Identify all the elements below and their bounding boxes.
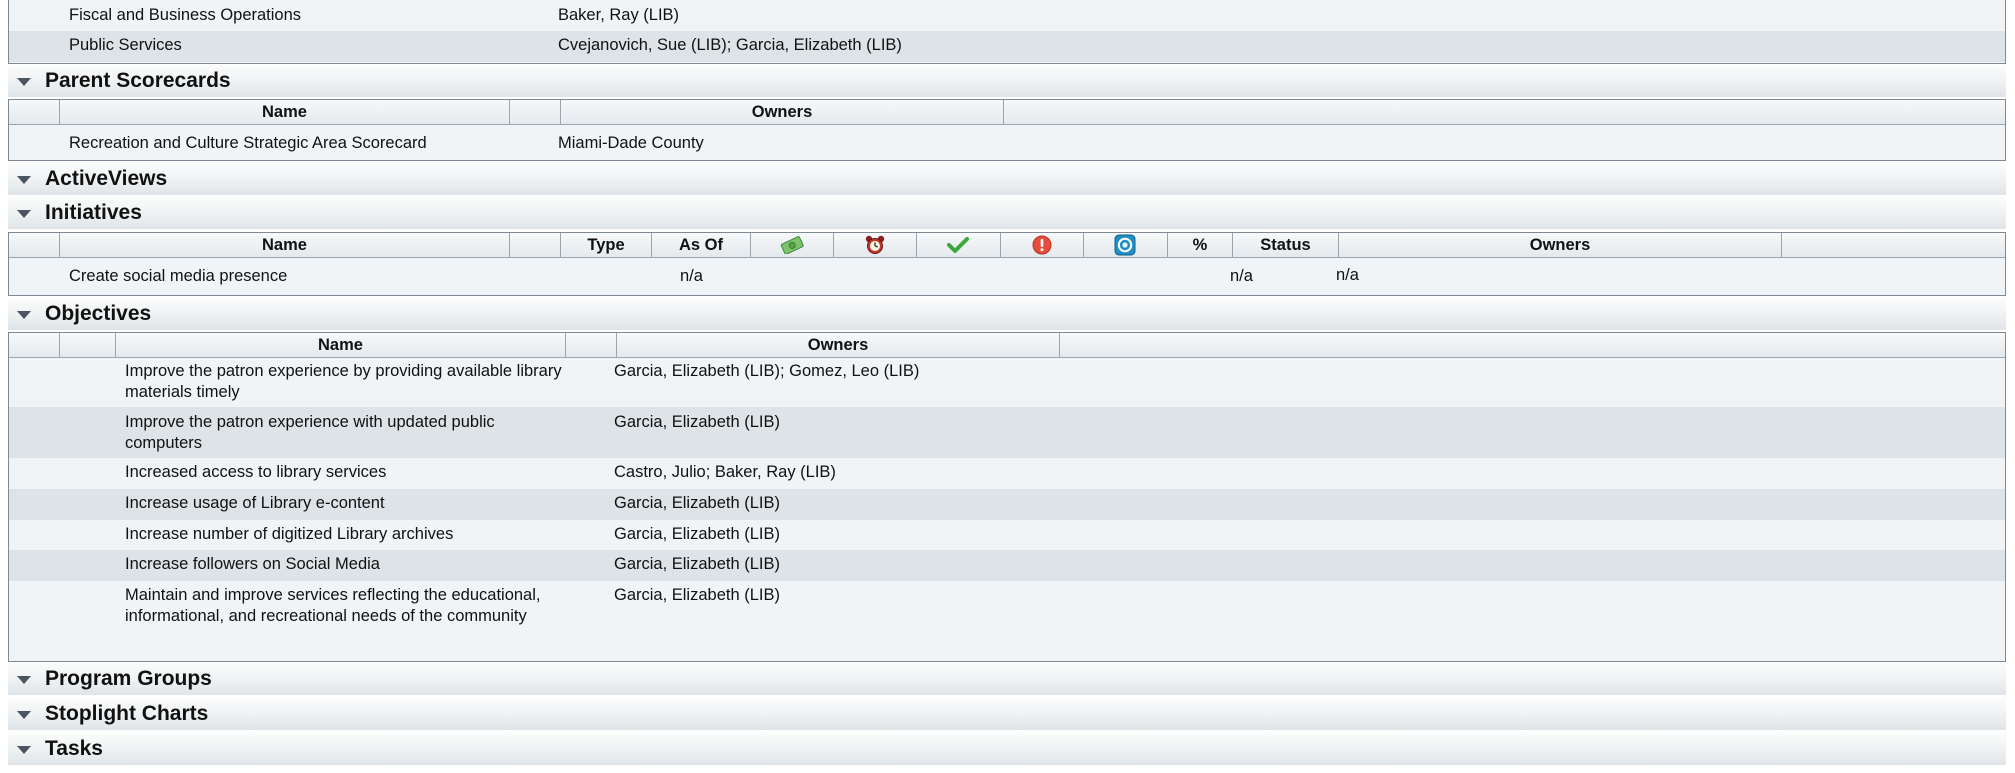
row-owners: Garcia, Elizabeth (LIB) [614,555,780,573]
section-title: Program Groups [45,667,212,690]
row-owners: Castro, Julio; Baker, Ray (LIB) [614,463,836,481]
table-row[interactable]: Improve the patron experience by providi… [9,358,2005,407]
section-title: Stoplight Charts [45,702,209,725]
col-header-late[interactable] [834,233,917,257]
money-icon [780,236,804,254]
row-owners: Garcia, Elizabeth (LIB) [614,586,780,604]
table-row[interactable]: Maintain and improve services reflecting… [9,581,2005,661]
row-name[interactable]: Increase usage of Library e-content [125,493,385,514]
col-spacer [510,233,561,257]
col-header-owners[interactable]: Owners [1339,233,1782,257]
parent-scorecards-table: Name Owners Recreation and Culture Strat… [8,99,2006,161]
col-header-target[interactable] [1084,233,1168,257]
col-spacer [9,100,60,124]
collapse-triangle-icon[interactable] [17,176,31,184]
section-header-objectives[interactable]: Objectives [8,298,2006,330]
col-header-owners[interactable]: Owners [617,333,1060,357]
row-name[interactable]: Increase followers on Social Media [125,554,380,575]
row-name[interactable]: Create social media presence [69,266,287,287]
checkmark-icon [947,237,969,253]
col-header-percent[interactable]: % [1168,233,1233,257]
objectives-table: Name Owners Improve the patron experienc… [8,332,2006,662]
scorecard-details-page: Fiscal and Business Operations Baker, Ra… [0,0,2015,773]
sub-scorecards-table: Fiscal and Business Operations Baker, Ra… [8,0,2006,64]
collapse-triangle-icon[interactable] [17,210,31,218]
section-title: Parent Scorecards [45,69,231,92]
table-row[interactable]: Increased access to library services Cas… [9,458,2005,489]
col-header-owners[interactable]: Owners [561,100,1004,124]
table-row[interactable]: Increase usage of Library e-content Garc… [9,489,2005,520]
col-spacer [9,233,60,257]
section-header-tasks[interactable]: Tasks [8,733,2006,765]
table-row[interactable]: Recreation and Culture Strategic Area Sc… [9,125,2005,160]
collapse-triangle-icon[interactable] [17,78,31,86]
table-header: Name Owners [9,100,2005,125]
row-name[interactable]: Increase number of digitized Library arc… [125,524,453,545]
table-row[interactable]: Create social media presence n/a n/a n/a [9,258,2005,295]
row-status: n/a [1230,267,1253,285]
row-owners: Garcia, Elizabeth (LIB) [614,413,780,431]
alarm-clock-icon [865,235,885,254]
table-row[interactable]: Improve the patron experience with updat… [9,407,2005,458]
section-header-initiatives[interactable]: Initiatives [8,197,2006,229]
section-title: Initiatives [45,201,142,224]
col-header-type[interactable]: Type [561,233,652,257]
col-header-warning[interactable] [1001,233,1084,257]
table-row[interactable]: Public Services Cvejanovich, Sue (LIB); … [9,31,2005,62]
col-spacer [566,333,617,357]
col-header-money[interactable] [751,233,834,257]
col-header-complete[interactable] [917,233,1001,257]
col-header-name[interactable]: Name [116,333,566,357]
section-header-activeviews[interactable]: ActiveViews [8,163,2006,195]
row-as-of: n/a [680,267,703,285]
col-spacer [510,100,561,124]
target-icon [1114,234,1136,256]
row-name[interactable]: Improve the patron experience by providi… [125,361,565,403]
col-spacer [9,333,60,357]
row-owners: n/a [1336,266,1359,284]
section-header-program-groups[interactable]: Program Groups [8,663,2006,695]
col-header-as-of[interactable]: As Of [652,233,751,257]
section-title: ActiveViews [45,167,168,190]
collapse-triangle-icon[interactable] [17,311,31,319]
row-name[interactable]: Increased access to library services [125,462,386,483]
table-row[interactable]: Increase number of digitized Library arc… [9,520,2005,550]
col-header-name[interactable]: Name [60,233,510,257]
col-spacer [60,333,116,357]
table-row[interactable]: Fiscal and Business Operations Baker, Ra… [9,1,2005,31]
row-owners: Miami-Dade County [558,134,704,152]
collapse-triangle-icon[interactable] [17,746,31,754]
section-title: Objectives [45,302,152,325]
row-owners: Baker, Ray (LIB) [558,6,680,24]
row-owners: Garcia, Elizabeth (LIB); Gomez, Leo (LIB… [614,362,920,380]
row-name: Public Services [69,36,182,54]
row-owners: Cvejanovich, Sue (LIB); Garcia, Elizabet… [558,36,902,54]
row-name[interactable]: Improve the patron experience with updat… [125,412,565,454]
row-name[interactable]: Maintain and improve services reflecting… [125,585,565,627]
table-header: Name Owners [9,333,2005,358]
collapse-triangle-icon[interactable] [17,676,31,684]
section-title: Tasks [45,737,103,760]
row-name[interactable]: Recreation and Culture Strategic Area Sc… [69,133,427,154]
row-owners: Garcia, Elizabeth (LIB) [614,494,780,512]
row-owners: Garcia, Elizabeth (LIB) [614,525,780,543]
table-row[interactable]: Increase followers on Social Media Garci… [9,550,2005,581]
initiatives-table: Name Type As Of % Status Owners Create s… [8,232,2006,296]
col-header-name[interactable]: Name [60,100,510,124]
col-header-status[interactable]: Status [1233,233,1339,257]
section-header-stoplight-charts[interactable]: Stoplight Charts [8,698,2006,730]
row-name: Fiscal and Business Operations [69,6,302,24]
collapse-triangle-icon[interactable] [17,711,31,719]
table-header: Name Type As Of % Status Owners [9,233,2005,258]
warning-icon [1032,235,1052,255]
section-header-parent-scorecards[interactable]: Parent Scorecards [8,65,2006,97]
